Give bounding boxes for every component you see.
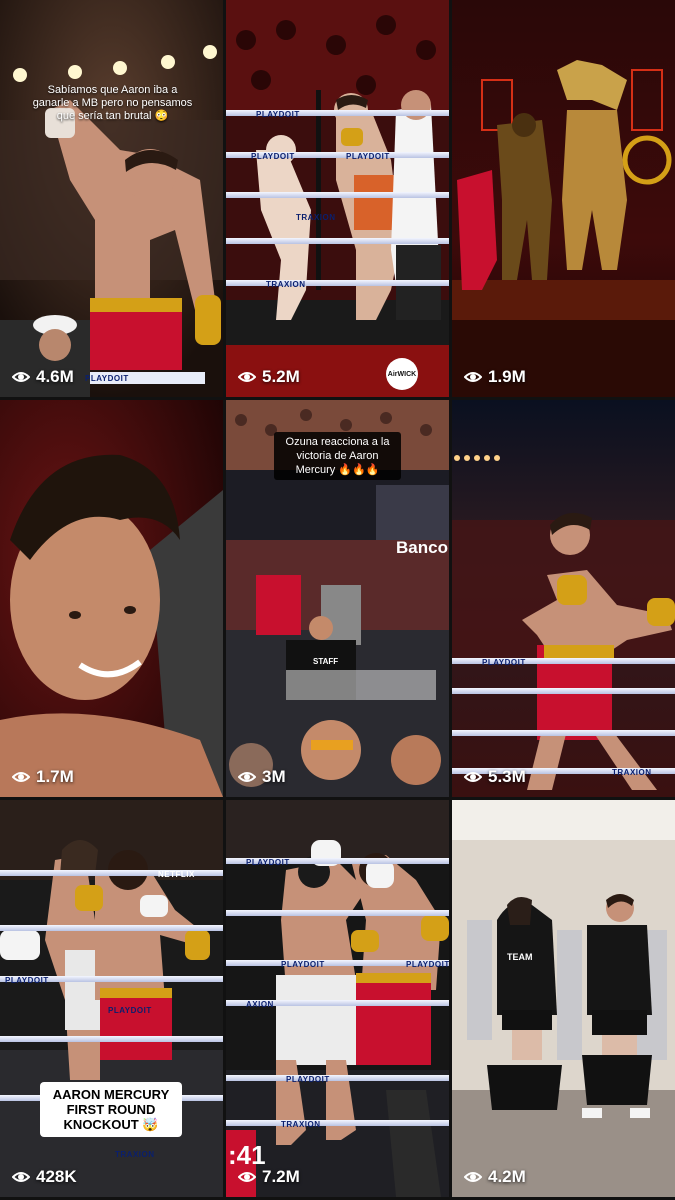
video-caption: Sabíamos que Aaron iba a ganarle a MB pe… [32, 84, 193, 122]
video-thumbnail-6[interactable]: PLAYDOIT TRAXION 5.3M [452, 400, 675, 797]
ring-rope [226, 192, 449, 198]
ring-rope [226, 910, 449, 916]
sponsor-rope-text: PLAYDOIT [346, 152, 390, 161]
video-thumbnail-4[interactable]: 1.7M [0, 400, 223, 797]
sponsor-rope-text: PLAYDOIT [85, 374, 129, 383]
thumbnail-scene [0, 400, 223, 797]
view-count-label: 1.7M [36, 767, 74, 786]
view-count-label: 5.3M [488, 767, 526, 786]
view-count-label: 3M [262, 767, 286, 786]
ring-rope [226, 238, 449, 244]
view-count-label: 5.2M [262, 367, 300, 386]
airwick-logo: AirWICK [386, 358, 418, 390]
sponsor-rope-text: PLAYDOIT [286, 1075, 330, 1084]
eye-icon [464, 772, 482, 782]
sponsor-rope-text: PLAYDOIT [281, 960, 325, 969]
thumbnail-scene [452, 0, 675, 397]
eye-icon [12, 1172, 30, 1182]
video-thumbnail-8[interactable]: PLAYDOIT PLAYDOIT PLAYDOIT AXION TRAXION… [226, 800, 449, 1197]
sponsor-rope-text: TRAXION [296, 213, 336, 222]
sponsor-rope-text: PLAYDOIT [5, 976, 49, 985]
thumbnail-scene [0, 0, 223, 397]
video-thumbnail-2[interactable]: PLAYDOIT PLAYDOIT PLAYDOIT TRAXION TRAXI… [226, 0, 449, 397]
view-count: 4.6M [12, 367, 74, 387]
view-count: 5.3M [464, 767, 526, 787]
video-caption: Ozuna reacciona a la victoria de Aaron M… [274, 432, 401, 480]
video-thumbnail-5[interactable]: Ozuna reacciona a la victoria de Aaron M… [226, 400, 449, 797]
sponsor-rope-text: PLAYDOIT [406, 960, 449, 969]
video-thumbnail-9[interactable]: TEAM 4.2M [452, 800, 675, 1197]
ring-rope [226, 1075, 449, 1081]
ring-rope [0, 1036, 223, 1042]
sponsor-rope-text: AXION [246, 1000, 274, 1009]
sponsor-rope-text: PLAYDOIT [251, 152, 295, 161]
video-thumbnail-7[interactable]: PLAYDOIT PLAYDOIT TRAXION NETFLIX AARON … [0, 800, 223, 1197]
eye-icon [464, 1172, 482, 1182]
ring-rope [452, 688, 675, 694]
sponsor-rope-text: PLAYDOIT [256, 110, 300, 119]
view-count: 1.9M [464, 367, 526, 387]
sponsor-rope-text: TRAXION [612, 768, 652, 777]
sponsor-banner-text: Banco [396, 538, 448, 557]
shirt-text: TEAM [507, 952, 533, 962]
sponsor-rope-text: PLAYDOIT [482, 658, 526, 667]
view-count-label: 1.9M [488, 367, 526, 386]
sponsor-rope-text: PLAYDOIT [108, 1006, 152, 1015]
ring-rope [226, 280, 449, 286]
thumbnail-scene [226, 0, 449, 397]
eye-icon [238, 1172, 256, 1182]
ring-rope [452, 730, 675, 736]
view-count: 428K [12, 1167, 77, 1187]
ring-rope [0, 925, 223, 931]
video-grid: Sabíamos que Aaron iba a ganarle a MB pe… [0, 0, 675, 1200]
eye-icon [12, 772, 30, 782]
video-caption: AARON MERCURY FIRST ROUND KNOCKOUT 🤯 [40, 1082, 182, 1137]
sponsor-rope-text: PLAYDOIT [246, 858, 290, 867]
video-thumbnail-3[interactable]: 1.9M [452, 0, 675, 397]
view-count: 5.2M [238, 367, 300, 387]
eye-icon [12, 372, 30, 382]
view-count-label: 4.6M [36, 367, 74, 386]
sponsor-rope-text: NETFLIX [158, 870, 195, 879]
staff-shirt-text: STAFF [313, 657, 339, 666]
sponsor-rope-text: TRAXION [266, 280, 306, 289]
sponsor-rope-text: TRAXION [281, 1120, 321, 1129]
view-count-label: 428K [36, 1167, 77, 1186]
sponsor-rope-text: TRAXION [115, 1150, 155, 1159]
video-thumbnail-1[interactable]: Sabíamos que Aaron iba a ganarle a MB pe… [0, 0, 223, 397]
eye-icon [238, 372, 256, 382]
view-count-label: 4.2M [488, 1167, 526, 1186]
view-count-label: 7.2M [262, 1167, 300, 1186]
thumbnail-scene [452, 800, 675, 1197]
view-count: 1.7M [12, 767, 74, 787]
view-count: 3M [238, 767, 286, 787]
eye-icon [464, 372, 482, 382]
view-count: 7.2M [238, 1167, 300, 1187]
ring-rope [226, 1120, 449, 1126]
view-count: 4.2M [464, 1167, 526, 1187]
thumbnail-scene [0, 800, 223, 1197]
eye-icon [238, 772, 256, 782]
thumbnail-scene [452, 400, 675, 797]
